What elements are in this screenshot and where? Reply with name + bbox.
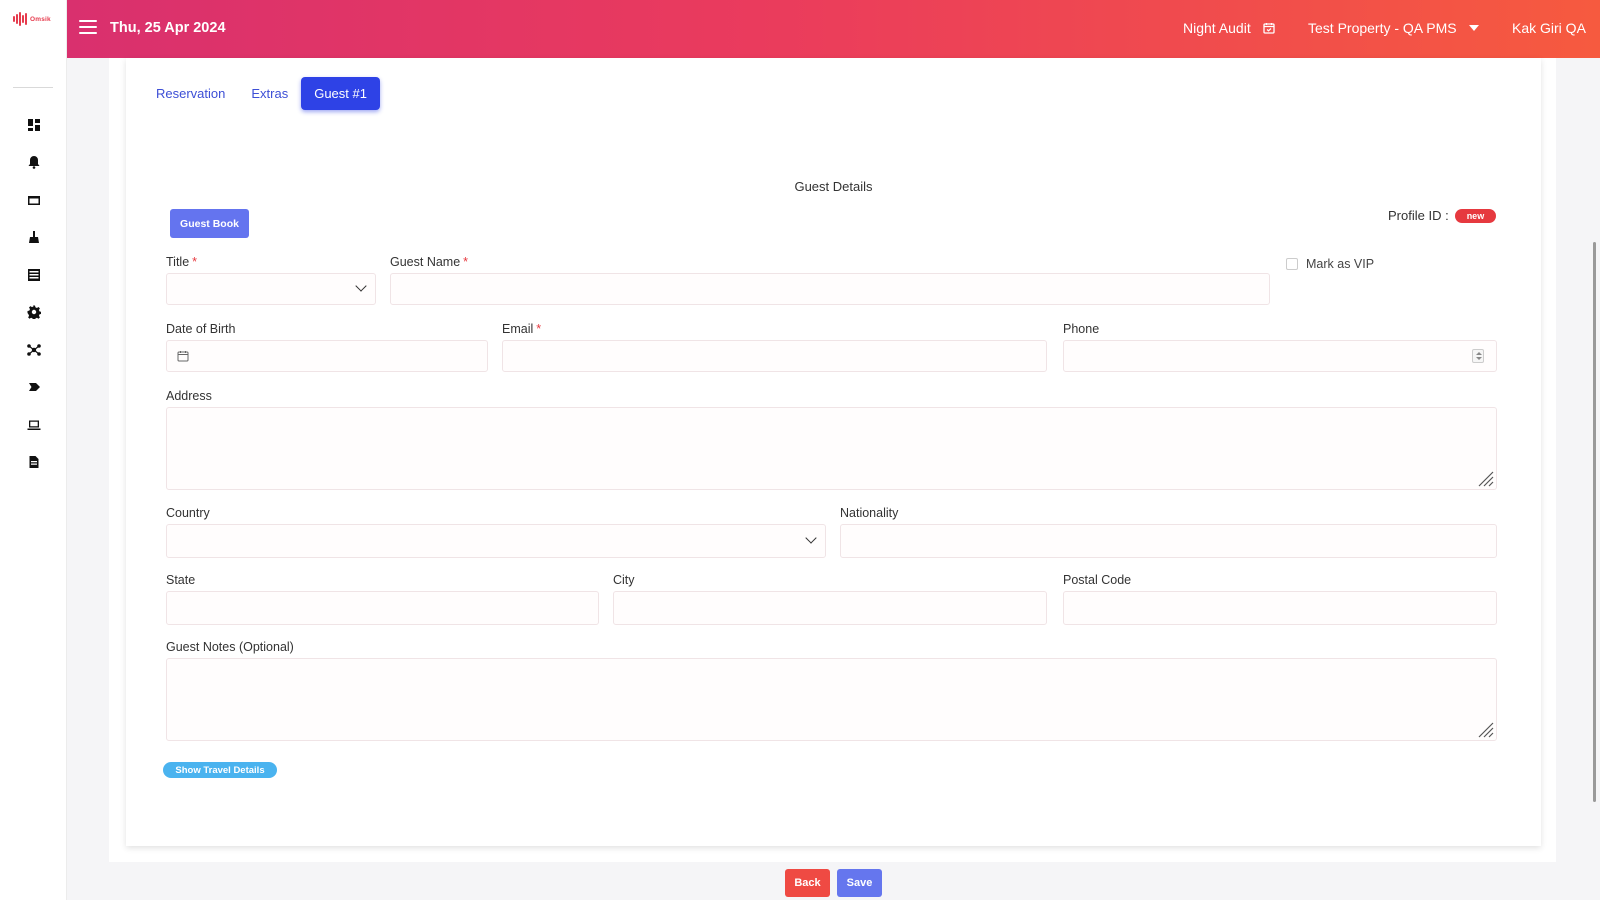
save-button[interactable]: Save — [837, 869, 882, 897]
bell-icon — [28, 156, 39, 170]
dob-label: Date of Birth — [166, 322, 236, 336]
sidebar-item-reservations[interactable] — [0, 181, 67, 219]
city-label: City — [613, 573, 635, 587]
city-input[interactable] — [613, 591, 1047, 625]
tab-guest-1[interactable]: Guest #1 — [301, 77, 380, 110]
phone-input[interactable] — [1063, 340, 1497, 372]
top-header: Thu, 25 Apr 2024 Night Audit Test Proper… — [67, 0, 1600, 58]
sidebar-item-channels[interactable] — [0, 331, 67, 369]
sidebar-item-dashboard[interactable] — [0, 106, 67, 144]
property-name: Test Property - QA PMS — [1308, 20, 1457, 36]
hamburger-menu-icon[interactable] — [79, 20, 97, 36]
sidebar-item-settings[interactable] — [0, 294, 67, 332]
list-icon — [27, 268, 40, 281]
vip-label: Mark as VIP — [1306, 257, 1375, 271]
report-icon — [29, 456, 38, 469]
housekeeping-icon — [28, 231, 39, 244]
postal-code-label: Postal Code — [1063, 573, 1132, 587]
sidebar: Omsik — [0, 0, 67, 900]
folder-icon — [27, 195, 40, 205]
laptop-icon — [27, 420, 40, 430]
resize-grip-icon[interactable] — [1476, 469, 1494, 487]
sidebar-item-lists[interactable] — [0, 256, 67, 294]
address-label: Address — [166, 389, 212, 403]
state-input[interactable] — [166, 591, 599, 625]
sidebar-item-rates[interactable] — [0, 369, 67, 407]
nationality-label: Nationality — [840, 506, 899, 520]
calendar-icon — [177, 351, 189, 362]
page-scrollbar[interactable] — [1593, 242, 1596, 802]
guest-notes-textarea[interactable] — [166, 658, 1497, 741]
email-field[interactable] — [502, 340, 1047, 372]
guest-name-input[interactable] — [390, 273, 1270, 305]
guest-name-label: Guest Name * — [390, 255, 469, 269]
chevron-down-icon — [355, 280, 367, 292]
title-select[interactable] — [166, 273, 376, 305]
calendar-check-icon — [1263, 23, 1275, 34]
settings-icon — [27, 305, 41, 320]
logo-mark — [13, 12, 27, 26]
dashboard-icon — [27, 118, 40, 131]
country-select[interactable] — [166, 524, 826, 558]
guest-book-button[interactable]: Guest Book — [170, 209, 249, 238]
phone-label: Phone — [1063, 322, 1100, 336]
section-title: Guest Details — [794, 179, 873, 194]
sidebar-item-housekeeping[interactable] — [0, 219, 67, 257]
profile-id-label: Profile ID : — [1388, 208, 1449, 223]
dob-input[interactable] — [166, 340, 488, 372]
chevron-down-icon — [1468, 25, 1479, 31]
sidebar-item-reports[interactable] — [0, 444, 67, 482]
reservation-tabs: Reservation Extras Guest #1 — [156, 77, 380, 110]
app-logo[interactable]: Omsik — [13, 12, 51, 26]
night-audit-button[interactable]: Night Audit — [1183, 20, 1275, 36]
address-textarea[interactable] — [166, 407, 1497, 490]
nationality-input[interactable] — [840, 524, 1497, 558]
night-audit-label: Night Audit — [1183, 20, 1251, 36]
business-date: Thu, 25 Apr 2024 — [110, 20, 226, 36]
reservation-card: Reservation Extras Guest #1 Guest Detail… — [126, 58, 1541, 846]
tag-icon — [28, 383, 40, 392]
postal-code-input[interactable] — [1063, 591, 1497, 625]
profile-id: Profile ID : new — [1388, 208, 1497, 223]
chevron-down-icon — [805, 532, 817, 544]
back-button[interactable]: Back — [785, 869, 830, 897]
profile-status-badge: new — [1454, 208, 1497, 223]
resize-grip-icon[interactable] — [1476, 720, 1494, 738]
logo-text: Omsik — [29, 15, 51, 23]
tab-extras[interactable]: Extras — [238, 77, 301, 110]
property-selector[interactable]: Test Property - QA PMS — [1308, 20, 1479, 36]
number-spinner[interactable] — [1472, 349, 1484, 363]
country-label: Country — [166, 506, 210, 520]
mark-vip: Mark as VIP — [1286, 257, 1374, 271]
user-menu[interactable]: Kak Giri QA — [1512, 20, 1586, 36]
tab-reservation[interactable]: Reservation — [156, 77, 238, 110]
title-label: Title * — [166, 255, 198, 269]
sidebar-item-devices[interactable] — [0, 406, 67, 444]
email-label: Email * — [502, 322, 542, 336]
guest-notes-label: Guest Notes (Optional) — [166, 640, 294, 654]
network-icon — [26, 343, 41, 356]
vip-checkbox[interactable] — [1286, 258, 1298, 270]
state-label: State — [166, 573, 196, 587]
sidebar-divider — [13, 87, 53, 88]
show-travel-details-button[interactable]: Show Travel Details — [163, 762, 277, 778]
sidebar-item-alerts[interactable] — [0, 144, 67, 182]
